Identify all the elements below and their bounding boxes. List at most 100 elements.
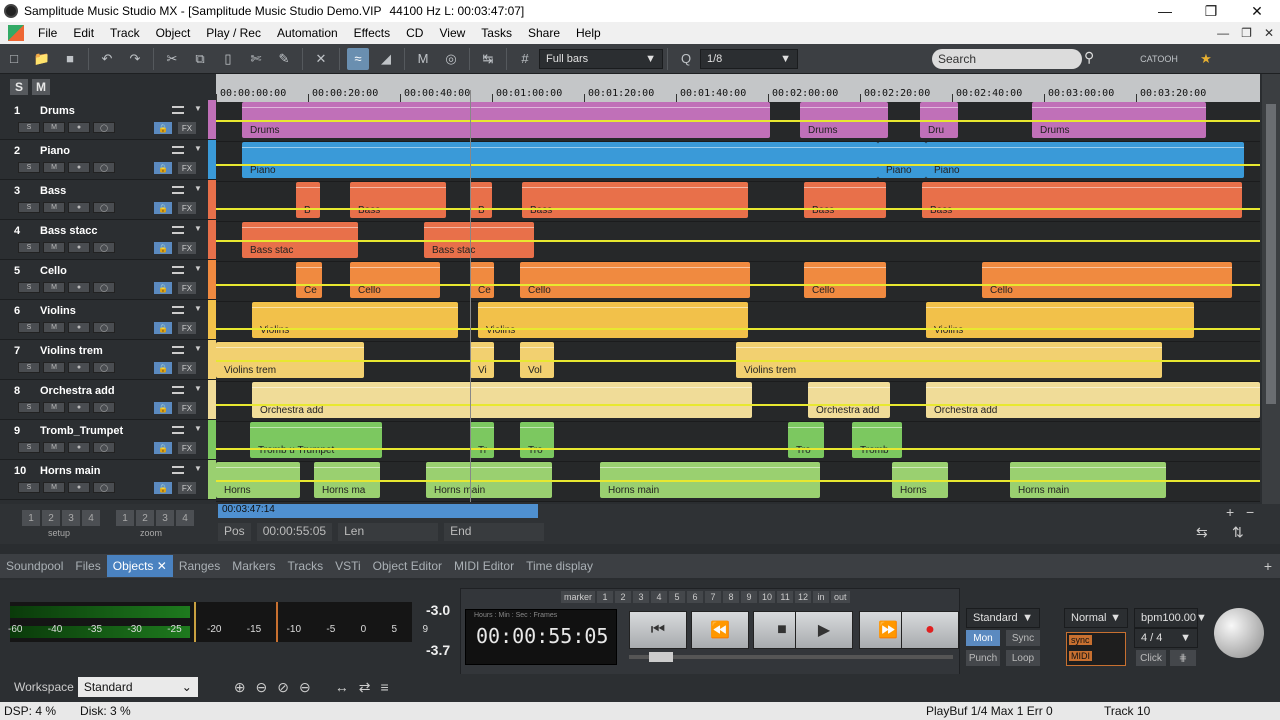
chevron-down-icon[interactable]: ▼ — [194, 344, 202, 353]
scissors-tool-icon[interactable]: ✄ — [245, 48, 267, 70]
audio-clip[interactable]: Violins — [478, 302, 748, 338]
mute-button[interactable]: M — [43, 402, 65, 413]
end-label[interactable]: End — [444, 523, 545, 541]
monitor-button[interactable]: ◯ — [93, 242, 115, 253]
record-button[interactable]: ● — [901, 611, 959, 649]
track-header[interactable]: 2 Piano ▼ S M ● ◯ 🔒 FX — [0, 140, 216, 180]
monitor-button[interactable]: ◯ — [93, 482, 115, 493]
track-name[interactable]: Cello — [40, 265, 67, 277]
audio-clip[interactable]: Tromb u Trumpet — [250, 422, 382, 458]
search-icon[interactable]: ⚲ — [1084, 49, 1104, 69]
rewind-button[interactable]: ⏪ — [691, 611, 749, 649]
track-lane[interactable]: Drums Drums Dru Drums — [216, 102, 1260, 142]
chevron-down-icon[interactable]: ▼ — [194, 224, 202, 233]
monitor-button[interactable]: ◯ — [93, 442, 115, 453]
mode-dropdown[interactable]: Standard ▼ — [966, 608, 1040, 628]
audio-clip[interactable]: Ce — [296, 262, 322, 298]
track-header[interactable]: 4 Bass stacc ▼ S M ● ◯ 🔒 FX — [0, 220, 216, 260]
audio-clip[interactable]: Orchestra add — [252, 382, 752, 418]
track-name[interactable]: Orchestra add — [40, 385, 115, 397]
copy-icon[interactable]: ⧉ — [189, 48, 211, 70]
track-name[interactable]: Tromb_Trumpet — [40, 425, 123, 437]
track-lane[interactable]: Piano Piano Piano — [216, 142, 1260, 182]
redo-icon[interactable]: ↷ — [124, 48, 146, 70]
menu-file[interactable]: File — [30, 26, 65, 40]
solo-button[interactable]: S — [18, 442, 40, 453]
mute-button[interactable]: M — [43, 282, 65, 293]
fx-button[interactable]: FX — [178, 402, 196, 414]
track-lane[interactable]: B Bass B Bass Bass Bass — [216, 182, 1260, 222]
audio-clip[interactable]: Tro — [520, 422, 554, 458]
cut-icon[interactable]: ✂ — [161, 48, 183, 70]
audio-clip[interactable]: Cello — [520, 262, 750, 298]
track-lane[interactable]: Tromb u Trumpet Tr Tro Tro Tromb — [216, 422, 1260, 462]
sync-button[interactable]: Sync — [1006, 630, 1040, 646]
audio-clip[interactable]: Piano — [878, 142, 926, 178]
pos-value[interactable]: 00:00:55:05 — [256, 523, 333, 541]
automation-curve[interactable] — [216, 164, 1260, 166]
quantize-dropdown[interactable]: 1/8 ▼ — [700, 48, 798, 69]
undo-icon[interactable]: ↶ — [96, 48, 118, 70]
pencil-tool-icon[interactable]: ✎ — [273, 48, 295, 70]
automation-curve[interactable] — [216, 360, 1260, 362]
audio-clip[interactable]: Tro — [788, 422, 824, 458]
marker-10[interactable]: 10 — [759, 591, 776, 603]
marker-8[interactable]: 8 — [723, 591, 740, 603]
add-tab-icon[interactable]: + — [1264, 558, 1272, 574]
track-header[interactable]: 6 Violins ▼ S M ● ◯ 🔒 FX — [0, 300, 216, 340]
chevron-down-icon[interactable]: ▼ — [194, 184, 202, 193]
cd-icon[interactable]: ◎ — [440, 48, 462, 70]
minimize-icon[interactable]: — — [1142, 0, 1188, 22]
solo-button[interactable]: S — [18, 202, 40, 213]
record-arm-button[interactable]: ● — [68, 282, 90, 293]
volume-tool-icon[interactable]: ◢ — [375, 48, 397, 70]
solo-button[interactable]: S — [18, 362, 40, 373]
track-header[interactable]: 3 Bass ▼ S M ● ◯ 🔒 FX — [0, 180, 216, 220]
lock-icon[interactable]: 🔒 — [154, 242, 172, 254]
audio-clip[interactable]: Tromb — [852, 422, 902, 458]
track-name[interactable]: Violins trem — [40, 345, 103, 357]
doc-minimize-icon[interactable]: — — [1217, 26, 1229, 40]
audio-clip[interactable]: Violins — [926, 302, 1194, 338]
automation-curve[interactable] — [216, 208, 1260, 210]
tab-midi-editor[interactable]: MIDI Editor — [448, 555, 520, 577]
horizontal-scrollbar[interactable]: 00:03:47:14 — [218, 504, 538, 518]
track-menu-icon[interactable] — [172, 426, 184, 434]
vertical-scrollbar[interactable] — [1262, 74, 1280, 504]
tab-markers[interactable]: Markers — [226, 555, 281, 577]
record-arm-button[interactable]: ● — [68, 242, 90, 253]
playhead[interactable] — [470, 90, 471, 502]
setup-page-3[interactable]: 3 — [62, 510, 80, 526]
chevron-down-icon[interactable]: ▼ — [194, 264, 202, 273]
lock-icon[interactable]: 🔒 — [154, 202, 172, 214]
mute-button[interactable]: M — [43, 362, 65, 373]
lock-icon[interactable]: 🔒 — [154, 162, 172, 174]
record-arm-button[interactable]: ● — [68, 202, 90, 213]
track-menu-icon[interactable] — [172, 306, 184, 314]
menu-object[interactable]: Object — [148, 26, 199, 40]
monitor-button[interactable]: ◯ — [93, 322, 115, 333]
lock-icon[interactable]: 🔒 — [154, 122, 172, 134]
out-marker[interactable]: out — [831, 591, 850, 603]
audio-clip[interactable]: Bass — [804, 182, 886, 218]
record-arm-button[interactable]: ● — [68, 162, 90, 173]
solo-button[interactable]: S — [18, 402, 40, 413]
solo-button[interactable]: S — [18, 162, 40, 173]
chevron-down-icon[interactable]: ▼ — [194, 144, 202, 153]
mute-all-button[interactable]: M — [32, 79, 50, 95]
solo-button[interactable]: S — [18, 122, 40, 133]
workspace-dropdown[interactable]: Standard ⌄ — [77, 677, 198, 697]
quantize-icon[interactable]: Q — [675, 48, 697, 70]
audio-clip[interactable]: Bass — [922, 182, 1242, 218]
automation-curve[interactable] — [216, 120, 1260, 122]
zoom-page-2[interactable]: 2 — [136, 510, 154, 526]
solo-all-button[interactable]: S — [10, 79, 28, 95]
len-label[interactable]: Len — [338, 523, 439, 541]
mute-button[interactable]: M — [43, 242, 65, 253]
metronome-icon[interactable]: ⋕ — [1170, 650, 1196, 666]
normal-dropdown[interactable]: Normal ▼ — [1064, 608, 1128, 628]
audio-clip[interactable]: B — [470, 182, 492, 218]
time-display[interactable]: Hours : Min : Sec : Frames 00:00:55:05 — [465, 609, 617, 665]
record-arm-button[interactable]: ● — [68, 402, 90, 413]
marker-6[interactable]: 6 — [687, 591, 704, 603]
